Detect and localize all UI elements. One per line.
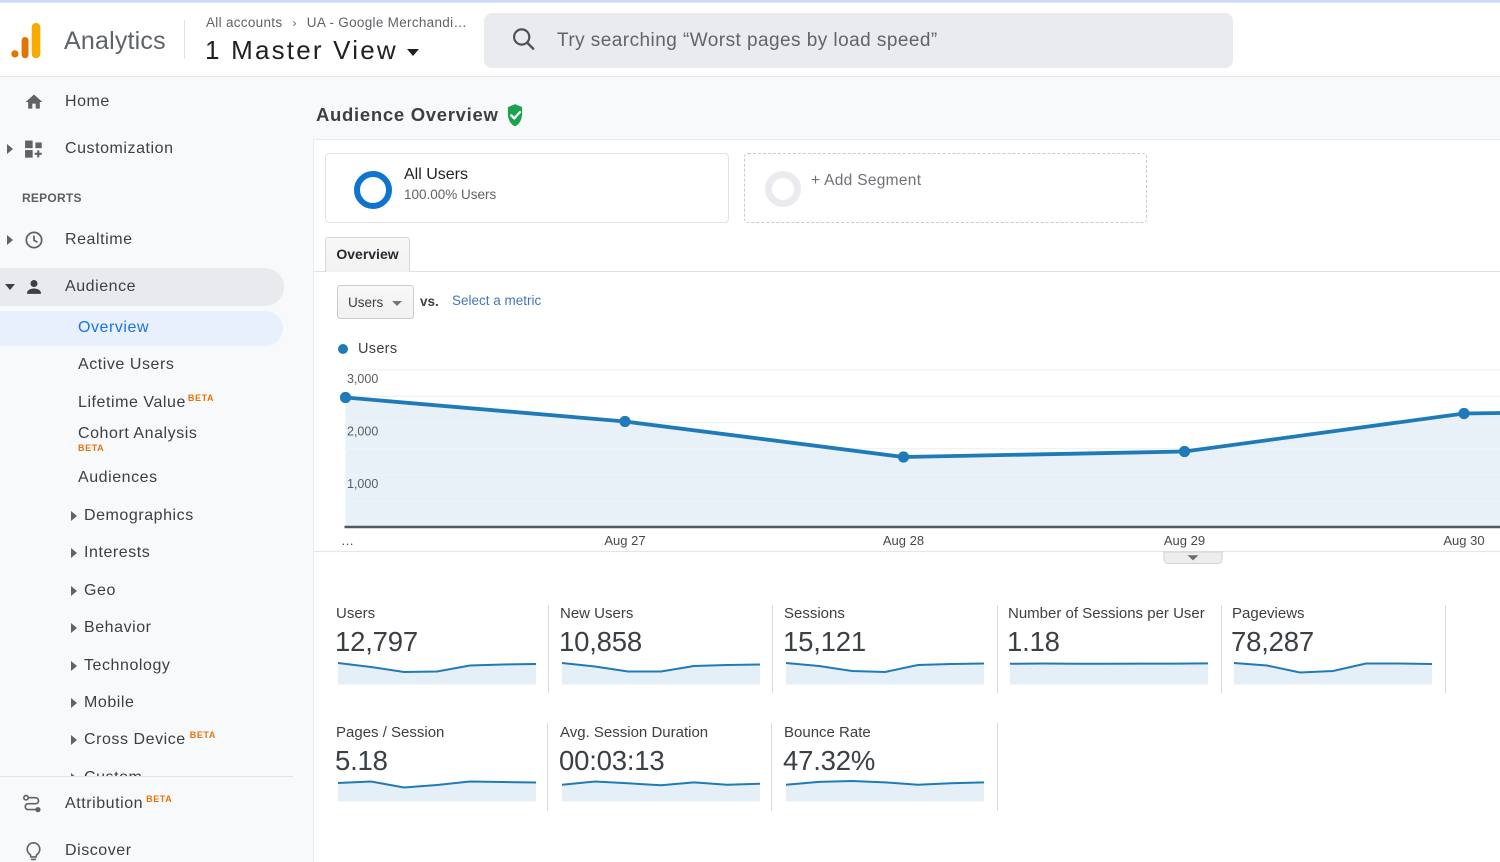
- svg-text:Aug 28: Aug 28: [883, 533, 924, 548]
- svg-text:…: …: [341, 533, 354, 548]
- svg-text:2,000: 2,000: [347, 424, 378, 438]
- svg-text:1,000: 1,000: [347, 477, 378, 491]
- svg-text:Aug 29: Aug 29: [1164, 533, 1205, 548]
- svg-text:Aug 30: Aug 30: [1443, 533, 1484, 548]
- svg-text:Aug 27: Aug 27: [604, 533, 645, 548]
- svg-text:3,000: 3,000: [347, 372, 378, 386]
